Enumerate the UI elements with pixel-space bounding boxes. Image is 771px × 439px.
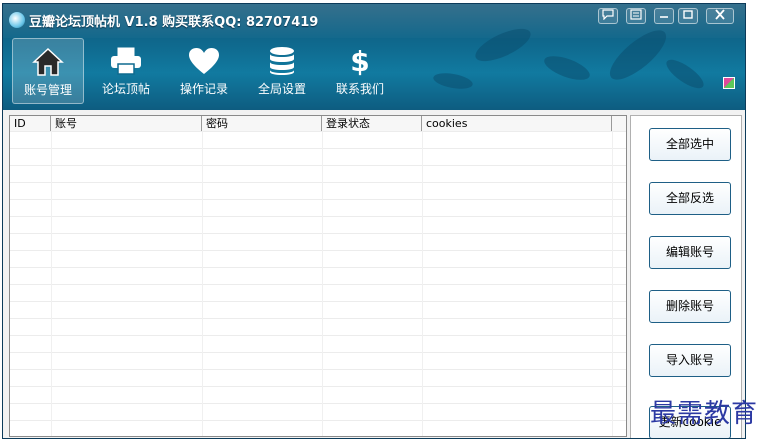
column-divider [422, 131, 423, 436]
nav-account-management[interactable]: 账号管理 [12, 38, 84, 104]
account-table: ID 账号 密码 登录状态 cookies [9, 115, 627, 437]
header-banner: 豆瓣论坛顶帖机 V1.8 购买联系QQ: 82707419 账号管理 论坛顶帖 … [3, 4, 745, 110]
svg-text:$: $ [350, 46, 369, 76]
watermark-text: 最需教育 [650, 399, 759, 429]
nav-operation-log[interactable]: 操作记录 [168, 38, 240, 104]
app-logo-icon [9, 12, 25, 28]
nav-contact-us[interactable]: $ 联系我们 [324, 38, 396, 104]
action-panel: 全部选中 全部反选 编辑账号 删除账号 导入账号 更新cookie [630, 115, 742, 438]
column-header-id[interactable]: ID [10, 116, 51, 131]
fish-decoration [541, 51, 593, 85]
app-window: 豆瓣论坛顶帖机 V1.8 购买联系QQ: 82707419 账号管理 论坛顶帖 … [2, 3, 746, 439]
column-header-login-status[interactable]: 登录状态 [322, 116, 422, 131]
fish-decoration [662, 54, 708, 94]
home-icon [32, 47, 64, 76]
delete-account-button[interactable]: 删除账号 [649, 290, 731, 323]
chat-icon[interactable] [598, 8, 618, 24]
window-title: 豆瓣论坛顶帖机 V1.8 购买联系QQ: 82707419 [29, 15, 319, 30]
edit-account-button[interactable]: 编辑账号 [649, 236, 731, 269]
nav-label: 全局设置 [257, 82, 306, 96]
column-header-account[interactable]: 账号 [51, 116, 202, 131]
heart-icon [189, 48, 219, 74]
nav-forum-bump[interactable]: 论坛顶帖 [90, 38, 162, 104]
table-header: ID 账号 密码 登录状态 cookies [10, 116, 626, 132]
nav-label: 联系我们 [335, 82, 384, 96]
nav-label: 操作记录 [179, 82, 228, 96]
column-divider [202, 131, 203, 436]
column-header-password[interactable]: 密码 [202, 116, 322, 131]
close-icon[interactable] [706, 8, 734, 24]
printer-icon [111, 47, 141, 75]
import-account-button[interactable]: 导入账号 [649, 344, 731, 377]
nav-label: 账号管理 [23, 83, 72, 97]
column-divider [51, 131, 52, 436]
maximize-icon[interactable] [678, 8, 698, 24]
menu-icon[interactable] [626, 8, 646, 24]
dollar-icon: $ [350, 46, 369, 76]
column-divider [322, 131, 323, 436]
column-header-cookies[interactable]: cookies [422, 116, 612, 131]
nav-label: 论坛顶帖 [101, 82, 150, 96]
column-divider [612, 131, 613, 436]
invert-selection-button[interactable]: 全部反选 [649, 182, 731, 215]
select-all-button[interactable]: 全部选中 [649, 128, 731, 161]
skin-icon[interactable] [723, 77, 735, 89]
fish-decoration [432, 70, 474, 92]
database-icon [270, 47, 294, 75]
minimize-icon[interactable] [654, 8, 674, 24]
nav-global-settings[interactable]: 全局设置 [246, 38, 318, 104]
table-body[interactable] [10, 131, 626, 436]
